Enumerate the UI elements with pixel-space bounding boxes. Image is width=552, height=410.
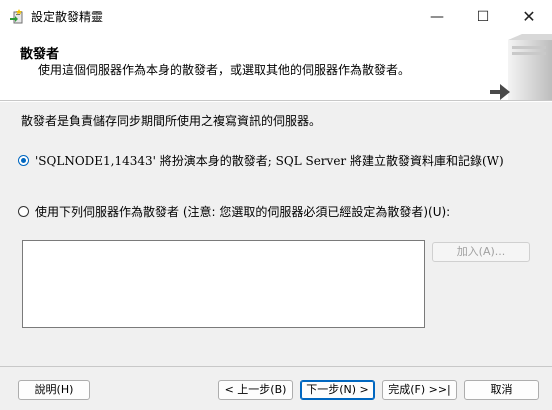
close-icon: ✕ (522, 7, 536, 26)
wizard-app-icon (10, 9, 23, 24)
close-button[interactable]: ✕ (506, 0, 552, 34)
footer-separator (0, 366, 552, 367)
option-other-label[interactable]: 使用下列伺服器作為散發者 (注意: 您選取的伺服器必須已經設定為散發者)(U): (35, 203, 450, 220)
server-illustration-icon (490, 34, 552, 100)
option-self-label[interactable]: 'SQLNODE1,14343' 將扮演本身的散發者; SQL Server 將… (35, 152, 504, 169)
wizard-header: 散發者 使用這個伺服器作為本身的散發者，或選取其他的伺服器作為散發者。 (0, 34, 552, 101)
page-title: 散發者 (20, 47, 60, 62)
help-button[interactable]: 說明(H) (18, 380, 90, 400)
distributor-description: 散發者是負責儲存同步期間所使用之複寫資訊的伺服器。 (21, 114, 322, 128)
header-divider (0, 101, 552, 102)
title-bar: 設定散發精靈 — ☐ ✕ (0, 0, 552, 34)
radio-self-distributor[interactable] (18, 155, 29, 166)
maximize-button[interactable]: ☐ (460, 0, 506, 34)
radio-other-distributor[interactable] (18, 206, 29, 217)
minimize-button[interactable]: — (414, 0, 460, 34)
page-description: 使用這個伺服器作為本身的散發者，或選取其他的伺服器作為散發者。 (38, 63, 411, 77)
back-button[interactable]: < 上一步(B) (218, 380, 293, 400)
add-server-button[interactable]: 加入(A)... (432, 242, 530, 262)
next-button[interactable]: 下一步(N) > (300, 380, 375, 400)
distributor-server-list[interactable] (22, 240, 425, 328)
finish-button[interactable]: 完成(F) >>| (382, 380, 457, 400)
window-title: 設定散發精靈 (31, 10, 104, 24)
maximize-icon: ☐ (476, 9, 490, 25)
option-self-distributor[interactable]: 'SQLNODE1,14343' 將扮演本身的散發者; SQL Server 將… (18, 152, 504, 169)
option-other-distributor[interactable]: 使用下列伺服器作為散發者 (注意: 您選取的伺服器必須已經設定為散發者)(U): (18, 203, 450, 220)
cancel-button[interactable]: 取消 (464, 380, 539, 400)
minimize-icon: — (430, 9, 444, 25)
